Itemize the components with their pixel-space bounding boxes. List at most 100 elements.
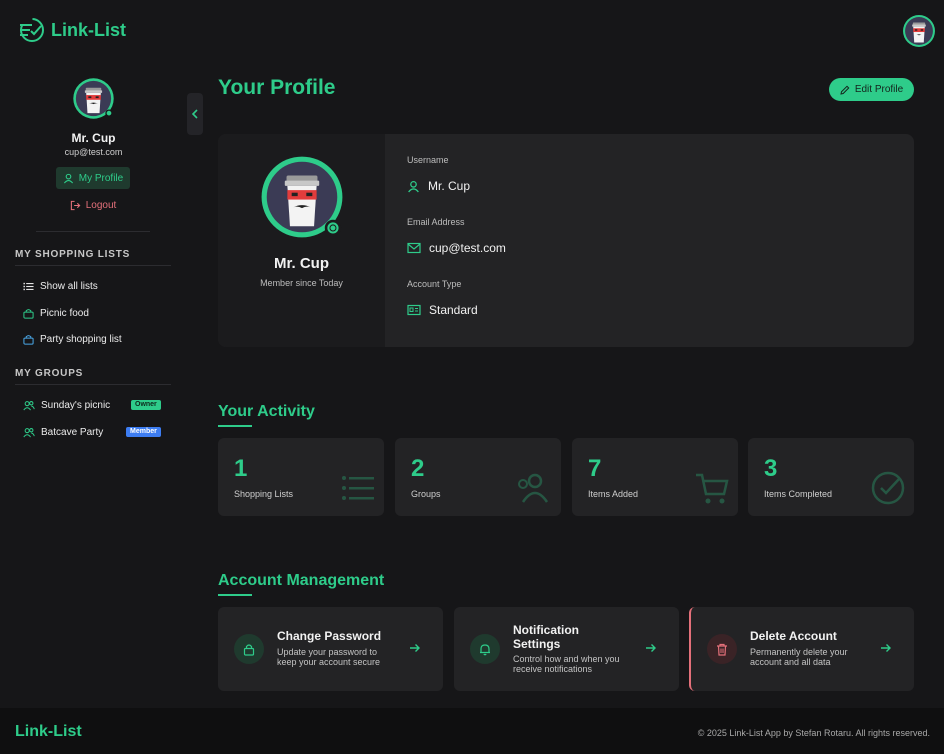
action-description: Update your password to keep your accoun…: [277, 647, 381, 667]
check-circle-icon: [871, 471, 905, 505]
section-underline: [218, 594, 252, 596]
sidebar-divider: [36, 231, 150, 232]
stat-card-items-added: 7 Items Added: [572, 438, 738, 516]
account-management-title: Account Management: [218, 572, 385, 589]
footer-copyright: © 2025 Link-List App by Stefan Rotaru. A…: [697, 728, 930, 738]
action-title: Notification Settings: [513, 623, 579, 651]
account-type-value: Standard: [407, 303, 478, 317]
sidebar-item-label: Sunday's picnic: [41, 399, 111, 411]
account-type-label: Account Type: [407, 279, 462, 289]
stat-card-shopping-lists: 1 Shopping Lists: [218, 438, 384, 516]
arrow-right-icon: [646, 644, 656, 652]
arrow-right-icon: [881, 644, 891, 652]
owner-badge: Owner: [131, 400, 161, 410]
mail-icon: [407, 242, 421, 254]
bell-icon: [480, 643, 490, 655]
sidebar-avatar: [73, 78, 114, 119]
edit-profile-button[interactable]: Edit Profile: [829, 78, 914, 101]
stat-card-items-completed: 3 Items Completed: [748, 438, 914, 516]
users-icon: [23, 400, 35, 410]
sidebar-item-picnic-food[interactable]: Picnic food: [23, 304, 89, 322]
logout-button[interactable]: Logout: [56, 195, 130, 215]
shopping-lists-heading: MY SHOPPING LISTS: [15, 249, 131, 260]
trash-icon: [717, 643, 727, 656]
stat-label: Groups: [411, 489, 441, 499]
sidebar-collapse-button[interactable]: [187, 93, 203, 135]
top-bar: Link-List: [0, 0, 944, 62]
stat-value: 7: [588, 455, 602, 482]
stat-card-groups: 2 Groups: [395, 438, 561, 516]
arrow-right-icon: [410, 644, 420, 652]
delete-account-card[interactable]: Delete Account Permanently delete your a…: [689, 607, 914, 691]
chevron-left-icon: [191, 109, 198, 119]
lock-icon: [243, 643, 255, 656]
action-description: Permanently delete your account and all …: [750, 647, 848, 667]
edit-profile-label: Edit Profile: [854, 84, 904, 95]
profile-name: Mr. Cup: [274, 255, 329, 272]
logout-icon: [70, 200, 81, 210]
stat-value: 2: [411, 455, 425, 482]
list-icon: [342, 476, 374, 500]
stat-label: Items Completed: [764, 489, 833, 499]
page-title: Your Profile: [218, 76, 336, 99]
user-avatar-button[interactable]: [902, 14, 936, 48]
sidebar-item-sundays-picnic[interactable]: Sunday's picnic: [23, 396, 110, 414]
sidebar-item-show-all-lists[interactable]: Show all lists: [23, 277, 98, 295]
action-title: Change Password: [277, 629, 382, 643]
app-name: Link-List: [51, 19, 126, 40]
member-badge: Member: [126, 427, 161, 437]
user-icon: [63, 173, 73, 183]
footer: Link-List © 2025 Link-List App by Stefan…: [0, 708, 944, 754]
sidebar-user-name: Mr. Cup: [71, 131, 116, 145]
sidebar-item-batcave-party[interactable]: Batcave Party: [23, 423, 103, 441]
username-label: Username: [407, 155, 449, 165]
logo-icon: [20, 18, 44, 42]
profile-summary: Mr. Cup Member since Today: [218, 134, 385, 347]
pencil-icon: [840, 85, 850, 95]
bell-icon-bg: [470, 634, 500, 664]
username-value: Mr. Cup: [407, 179, 470, 193]
footer-logo[interactable]: Link-List: [15, 723, 82, 741]
action-description: Control how and when you receive notific…: [513, 654, 620, 674]
section-underline: [218, 425, 252, 427]
id-card-icon: [407, 304, 421, 316]
sidebar-user-email: cup@test.com: [64, 147, 123, 157]
email-value: cup@test.com: [407, 241, 506, 255]
users-icon: [23, 427, 35, 437]
stat-label: Shopping Lists: [234, 489, 294, 499]
basket-icon: [23, 308, 34, 319]
groups-heading: MY GROUPS: [15, 368, 84, 379]
stat-value: 1: [234, 455, 248, 482]
username-text: Mr. Cup: [428, 179, 471, 193]
trash-icon-bg: [707, 634, 737, 664]
sidebar-divider: [15, 265, 171, 266]
sidebar-divider: [15, 384, 171, 385]
lock-icon-bg: [234, 634, 264, 664]
stat-value: 3: [764, 455, 778, 482]
account-type-text: Standard: [429, 303, 478, 317]
email-text: cup@test.com: [429, 241, 506, 255]
activity-title: Your Activity: [218, 403, 315, 420]
sidebar-item-label: Show all lists: [40, 280, 98, 292]
sidebar-item-label: Picnic food: [40, 307, 89, 319]
my-profile-link[interactable]: My Profile: [56, 167, 130, 189]
change-password-card[interactable]: Change Password Update your password to …: [218, 607, 443, 691]
member-since: Member since Today: [260, 278, 343, 288]
action-title: Delete Account: [750, 629, 837, 643]
sidebar-item-label: Party shopping list: [40, 333, 122, 345]
sidebar: Mr. Cup cup@test.com My Profile Logout M…: [0, 62, 187, 708]
users-icon: [518, 473, 549, 503]
stat-label: Items Added: [588, 489, 639, 499]
user-icon: [408, 180, 419, 192]
list-icon: [23, 282, 34, 290]
sidebar-item-party-shopping-list[interactable]: Party shopping list: [23, 330, 122, 348]
basket-icon: [23, 334, 34, 345]
my-profile-label: My Profile: [78, 172, 124, 184]
email-label: Email Address: [407, 217, 465, 227]
cart-icon: [696, 473, 729, 504]
logout-label: Logout: [85, 199, 117, 211]
notification-settings-card[interactable]: Notification Settings Control how and wh…: [454, 607, 679, 691]
profile-card: Mr. Cup Member since Today Username Mr. …: [218, 134, 914, 347]
app-logo[interactable]: Link-List: [17, 16, 126, 44]
sidebar-item-label: Batcave Party: [41, 426, 104, 438]
